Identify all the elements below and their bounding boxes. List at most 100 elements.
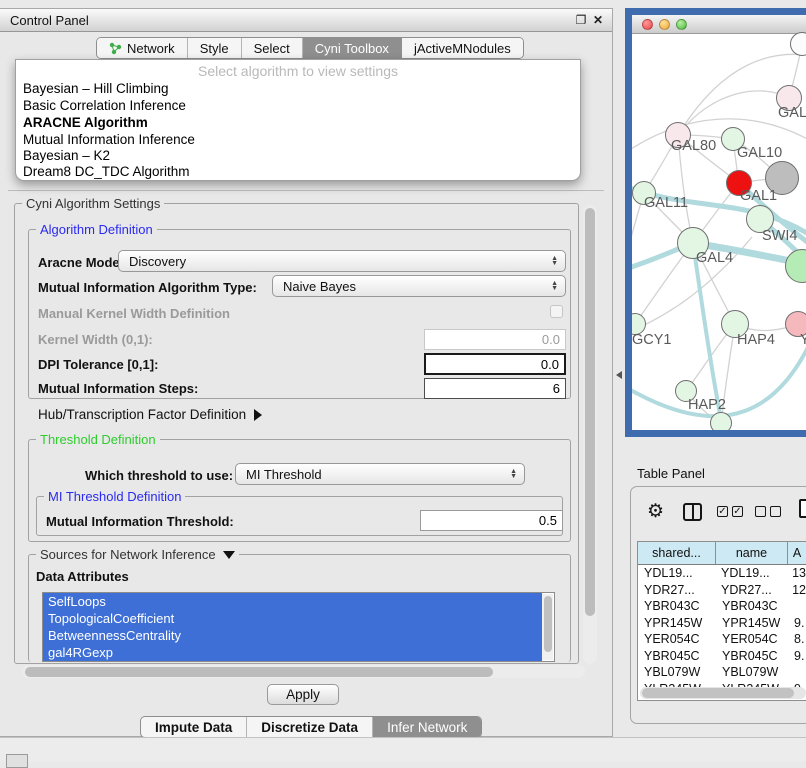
column-header-partial[interactable]: A [788,542,806,564]
cell: YPR145W [716,615,788,632]
cell: YBL079W [638,664,716,681]
minimize-traffic-light-icon[interactable] [659,19,670,30]
data-attributes-list[interactable]: SelfLoops TopologicalCoefficient Between… [42,592,555,662]
tab-style[interactable]: Style [188,38,242,58]
table-row[interactable]: YBL079WYBL079W [638,664,806,681]
cell: YBR045C [716,648,788,665]
table-row[interactable]: YDL19...YDL19...13 [638,565,806,582]
list-item[interactable]: SelfLoops [43,593,542,610]
mi-type-value: Naive Bayes [283,279,356,294]
checkbox-unchecked-icon[interactable] [755,506,766,517]
node-label-gcy1: GCY1 [632,332,672,348]
settings-vertical-scrollbar[interactable] [583,205,597,664]
aracne-mode-select[interactable]: Discovery ▲▼ [118,250,566,272]
hub-tf-expander[interactable]: Hub/Transcription Factor Definition [38,407,262,422]
mini-panel-button[interactable] [6,754,28,768]
tab-jactivemnodules[interactable]: jActiveMNodules [402,38,523,58]
menu-item-aracne[interactable]: ARACNE Algorithm [16,115,580,132]
mi-type-select[interactable]: Naive Bayes ▲▼ [272,275,566,297]
table-row[interactable]: YBR043CYBR043C [638,598,806,615]
tab-discretize-data[interactable]: Discretize Data [247,717,373,737]
cell: 13 [786,565,806,582]
menu-item-dream8[interactable]: Dream8 DC_TDC Algorithm [16,164,580,181]
checkbox-unchecked-icon[interactable] [770,506,781,517]
settings-vertical-scrollbar-thumb[interactable] [585,208,595,616]
page-icon[interactable] [799,499,806,518]
network-canvas[interactable]: GAL GAL80 GAL10 GAL1 GAL11 SWI4 GAL4 GCY… [632,35,806,425]
table-row[interactable]: YDR27...YDR27...12 [638,582,806,599]
cell: 12 [786,582,806,599]
columns-icon[interactable] [683,503,702,521]
cell: 9. [788,615,806,632]
tab-impute-data-label: Impute Data [155,720,232,735]
manual-kernel-label: Manual Kernel Width Definition [38,306,230,321]
float-window-icon[interactable]: ❐ [575,14,587,26]
list-item[interactable]: BetweennessCentrality [43,627,542,644]
tab-select[interactable]: Select [242,38,303,58]
spinner-arrows-icon: ▲▼ [510,469,517,479]
table-row[interactable]: YER054CYER054C8. [638,631,806,648]
column-header-shared-name[interactable]: shared... [638,542,716,564]
close-window-icon[interactable]: ✕ [592,14,604,26]
table-panel-window: ⚙ ✓ ✓ shared... name A YDL19...YDL19...1… [630,486,806,724]
apply-button[interactable]: Apply [267,684,339,705]
list-scrollbar-thumb[interactable] [544,596,552,652]
control-panel-window: Control Panel ❐ ✕ Network Style Select C… [0,8,613,737]
gear-icon[interactable]: ⚙ [647,500,664,523]
cell: YBL079W [716,664,788,681]
network-icon [109,42,122,55]
zoom-traffic-light-icon[interactable] [676,19,687,30]
cell: YBR045C [638,648,716,665]
panel-resize-grip[interactable] [616,371,622,379]
settings-horizontal-scrollbar-thumb[interactable] [25,667,493,677]
mi-steps-field[interactable]: 6 [424,378,566,399]
menu-item-bayesian-k2[interactable]: Bayesian – K2 [16,148,580,165]
menu-item-bayesian-hill-climbing[interactable]: Bayesian – Hill Climbing [16,81,580,98]
node-label-hap2: HAP2 [688,397,726,413]
network-node[interactable] [710,412,732,434]
tab-cyni-toolbox-label: Cyni Toolbox [315,41,389,56]
checkbox-checked-icon[interactable]: ✓ [732,506,743,517]
list-item[interactable]: TopologicalCoefficient [43,610,542,627]
table-row[interactable]: YPR145WYPR145W9. [638,615,806,632]
dpi-tolerance-label: DPI Tolerance [0,1]: [38,357,158,372]
column-header-name[interactable]: name [716,542,788,564]
list-scrollbar[interactable] [542,594,553,660]
which-threshold-label: Which threshold to use: [85,468,233,483]
expander-expanded-icon [223,551,235,559]
tab-network[interactable]: Network [97,38,188,58]
which-threshold-value: MI Threshold [246,467,322,482]
manual-kernel-checkbox[interactable] [550,305,563,318]
node-label-gal4: GAL4 [696,250,733,266]
which-threshold-select[interactable]: MI Threshold ▲▼ [235,463,525,485]
table-horizontal-scrollbar-thumb[interactable] [642,688,794,698]
cell: YER054C [638,631,716,648]
expander-collapsed-icon [254,409,262,421]
separator [8,190,604,191]
tab-infer-network[interactable]: Infer Network [373,717,481,737]
cell: YDR27... [715,582,786,599]
menu-item-basic-correlation[interactable]: Basic Correlation Inference [16,98,580,115]
threshold-definition-title: Threshold Definition [36,432,160,447]
tab-jactivemnodules-label: jActiveMNodules [414,41,511,56]
cell: YPR145W [638,615,716,632]
control-panel-title: Control Panel [10,13,89,28]
sources-expander[interactable]: Sources for Network Inference [36,547,239,562]
checkbox-checked-icon[interactable]: ✓ [717,506,728,517]
menu-item-mutual-information[interactable]: Mutual Information Inference [16,132,580,149]
control-panel-titlebar: Control Panel ❐ ✕ [0,9,612,32]
close-traffic-light-icon[interactable] [642,19,653,30]
dpi-tolerance-field[interactable]: 0.0 [424,353,566,375]
table-row[interactable]: YBR045CYBR045C9. [638,648,806,665]
table-horizontal-scrollbar[interactable] [640,687,806,699]
status-strip [0,737,806,762]
list-item[interactable]: gal4RGexp [43,644,542,661]
settings-horizontal-scrollbar[interactable] [22,665,585,678]
kernel-width-field[interactable]: 0.0 [424,329,566,350]
tab-impute-data[interactable]: Impute Data [141,717,247,737]
spinner-arrows-icon: ▲▼ [551,281,558,291]
node-label-hap4: HAP4 [737,332,775,348]
mi-threshold-field[interactable]: 0.5 [420,510,563,531]
node-label-gal10: GAL10 [737,145,782,161]
tab-cyni-toolbox[interactable]: Cyni Toolbox [303,38,402,58]
